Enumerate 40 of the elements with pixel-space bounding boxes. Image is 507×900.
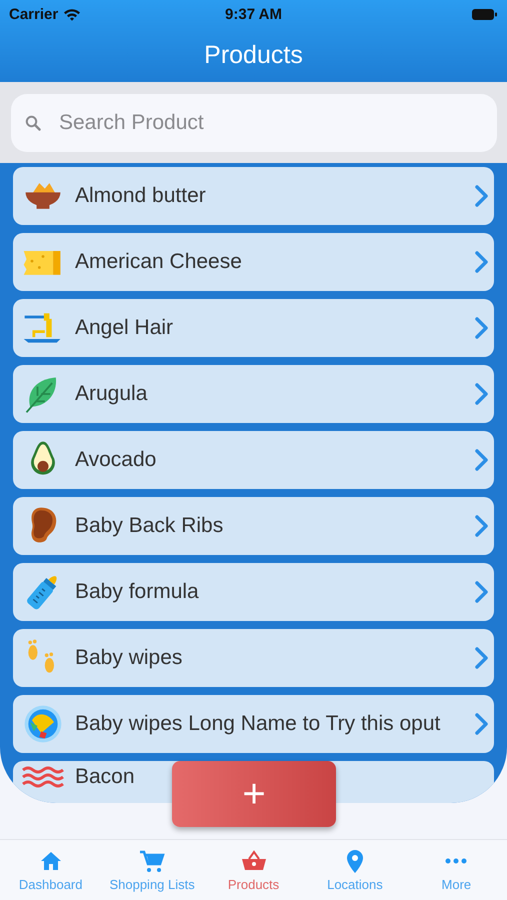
product-name: Baby formula: [75, 580, 200, 604]
search-field[interactable]: Search Product: [11, 94, 497, 152]
search-icon: [25, 115, 41, 131]
product-name: Angel Hair: [75, 316, 174, 340]
cart-icon: [139, 849, 166, 873]
product-name: Baby wipes Long Name to Try this oput: [75, 712, 442, 736]
chevron-icon: [474, 185, 488, 207]
chevron-icon: [474, 515, 488, 537]
product-name: Arugula: [75, 382, 148, 406]
product-name: Almond butter: [75, 184, 207, 208]
wifi-icon: [63, 8, 82, 20]
add-button[interactable]: +: [172, 761, 336, 827]
battery-icon: [471, 8, 498, 20]
product-row[interactable]: Baby wipes Long Name to Try this oput: [13, 695, 494, 753]
product-row[interactable]: Baby formula: [13, 563, 494, 621]
product-name: Avocado: [75, 448, 158, 472]
chevron-icon: [474, 317, 488, 339]
chevron-icon: [474, 581, 488, 603]
basket-icon: [240, 849, 267, 873]
product-name: Baby Back Ribs: [75, 514, 224, 538]
bacon-icon: [21, 765, 65, 789]
product-name: Bacon: [75, 765, 136, 789]
product-row[interactable]: Angel Hair: [13, 299, 494, 357]
chevron-icon: [474, 383, 488, 405]
chevron-icon: [474, 647, 488, 669]
product-row[interactable]: Almond butter: [13, 167, 494, 225]
chevron-icon: [474, 251, 488, 273]
more-icon: [445, 858, 468, 864]
chevron-icon: [474, 449, 488, 471]
product-row[interactable]: Arugula: [13, 365, 494, 423]
product-row[interactable]: Baby wipes: [13, 629, 494, 687]
clock-time: 9:37 AM: [225, 6, 282, 22]
product-name: Baby wipes: [75, 646, 184, 670]
product-name: American Cheese: [75, 250, 243, 274]
carrier-label: Carrier: [9, 6, 58, 22]
chevron-icon: [474, 713, 488, 735]
product-row[interactable]: Avocado: [13, 431, 494, 489]
product-row[interactable]: Baby Back Ribs: [13, 497, 494, 555]
product-row[interactable]: American Cheese: [13, 233, 494, 291]
screen-title: Products: [204, 40, 303, 70]
